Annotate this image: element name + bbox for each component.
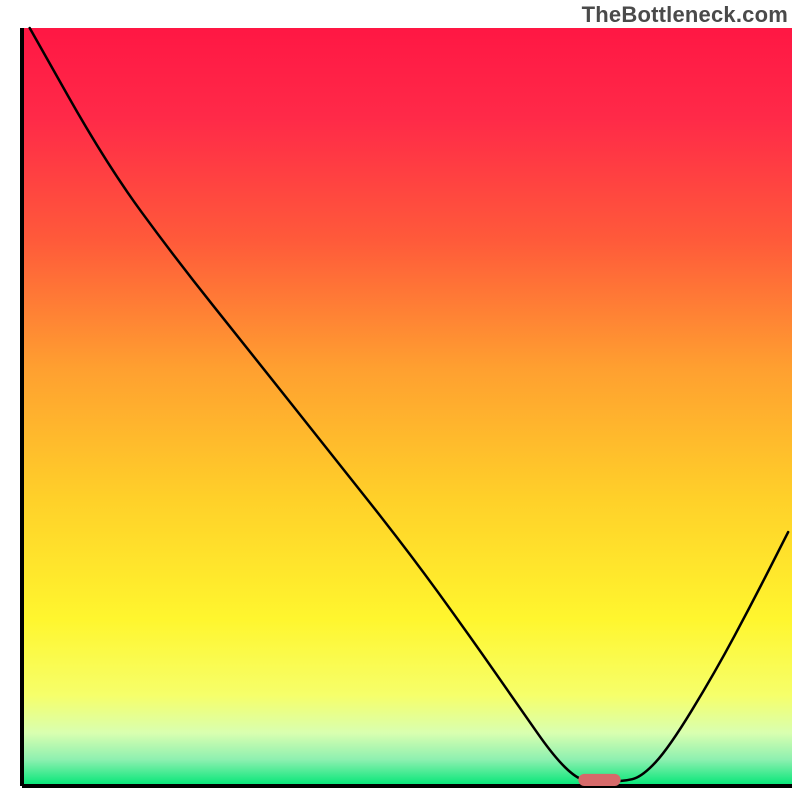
chart-svg bbox=[0, 0, 800, 800]
chart-background bbox=[22, 28, 792, 786]
watermark-text: TheBottleneck.com bbox=[582, 2, 788, 28]
optimal-marker bbox=[578, 774, 620, 786]
bottleneck-chart: TheBottleneck.com bbox=[0, 0, 800, 800]
